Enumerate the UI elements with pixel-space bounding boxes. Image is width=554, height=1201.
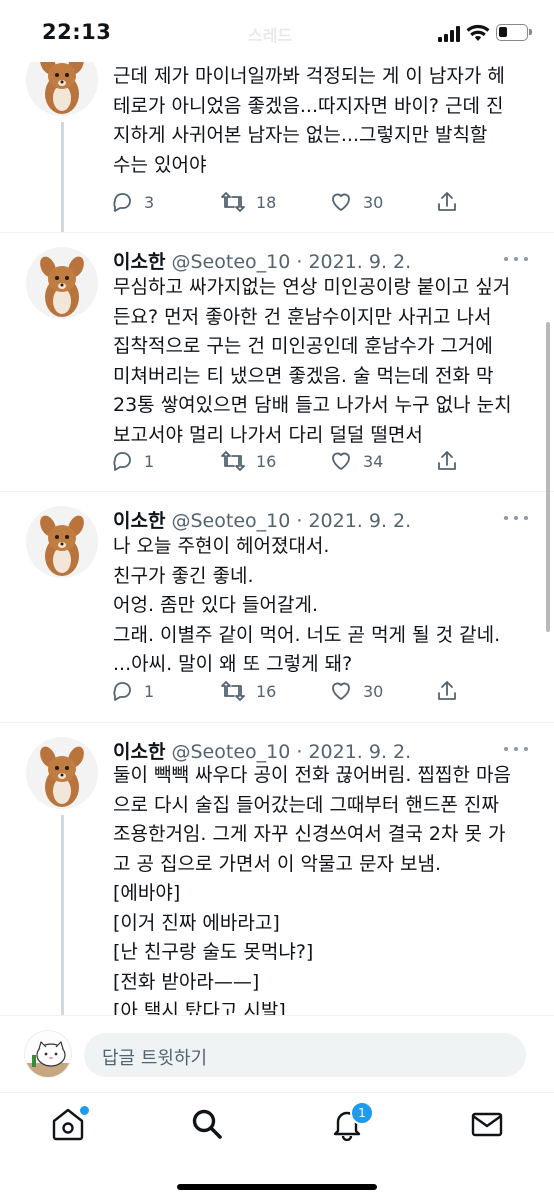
like-button[interactable]: 30	[329, 678, 383, 704]
thread-line	[61, 815, 64, 1015]
deer-avatar-image	[26, 737, 98, 809]
reply-button[interactable]: 1	[110, 448, 154, 474]
handle[interactable]: @Seoteo_10	[172, 510, 291, 532]
like-button[interactable]: 30	[329, 189, 383, 215]
tab-search[interactable]	[190, 1107, 230, 1143]
reply-icon	[113, 193, 131, 212]
tab-messages[interactable]	[470, 1107, 510, 1143]
reply-count: 1	[144, 681, 155, 701]
tweet-actions: 1 16 34	[110, 448, 470, 474]
reply-input[interactable]: 답글 트윗하기	[84, 1033, 526, 1077]
reply-bar: 답글 트윗하기	[0, 1015, 554, 1092]
tweet-text: 무심하고 싸가지없는 연상 미인공이랑 붙이고 싶거 든요? 먼저 좋아한 건 …	[113, 276, 512, 446]
display-name[interactable]: 이소한	[113, 510, 165, 532]
tweet-date[interactable]: · 2021. 9. 2.	[296, 251, 411, 273]
retweet-count: 18	[256, 192, 277, 212]
tweet-actions: 1 16 30	[110, 678, 470, 704]
retweet-icon	[221, 192, 245, 212]
retweet-count: 16	[256, 681, 277, 701]
share-icon	[438, 451, 456, 470]
mail-icon	[471, 1112, 503, 1137]
share-button[interactable]	[435, 189, 459, 215]
reply-icon	[113, 682, 131, 701]
status-bar: 22:13 스레드	[0, 0, 554, 62]
display-name[interactable]: 이소한	[113, 741, 165, 763]
retweet-button[interactable]: 18	[220, 189, 276, 215]
timeline-feed[interactable]: 근데 제가 마이너일까봐 걱정되는 게 이 남자가 헤 테로가 아니었음 좋겠음…	[0, 0, 554, 1015]
share-button[interactable]	[435, 678, 459, 704]
cellular-signal-icon	[438, 26, 460, 42]
search-icon	[192, 1109, 222, 1139]
share-icon	[438, 192, 456, 211]
thread-line	[61, 122, 64, 232]
reply-placeholder: 답글 트윗하기	[102, 1048, 208, 1069]
tweet-header: 이소한 @Seoteo_10 · 2021. 9. 2.	[113, 506, 411, 533]
more-options-button[interactable]	[502, 745, 530, 753]
handle[interactable]: @Seoteo_10	[172, 251, 291, 273]
deer-avatar-image	[26, 506, 98, 578]
handle[interactable]: @Seoteo_10	[172, 741, 291, 763]
heart-icon	[332, 452, 350, 470]
retweet-count: 16	[256, 451, 277, 471]
tab-home[interactable]	[50, 1104, 91, 1143]
screen-title: 스레드	[248, 26, 293, 45]
tab-notifications[interactable]: 1	[330, 1101, 374, 1143]
tweet-date[interactable]: · 2021. 9. 2.	[296, 510, 411, 532]
tweet[interactable]: 이소한 @Seoteo_10 · 2021. 9. 2. 둘이 빽빽 싸우다 공…	[0, 723, 554, 1015]
more-options-button[interactable]	[502, 514, 530, 522]
like-count: 34	[363, 451, 384, 471]
tweet-actions: 3 18 30	[110, 189, 470, 215]
retweet-button[interactable]: 16	[220, 678, 276, 704]
avatar[interactable]	[26, 737, 98, 809]
reply-button[interactable]: 3	[110, 189, 154, 215]
share-button[interactable]	[435, 448, 459, 474]
avatar[interactable]	[26, 506, 98, 578]
more-options-button[interactable]	[502, 255, 530, 263]
retweet-icon	[221, 681, 245, 701]
new-tweets-dot	[78, 1104, 91, 1117]
reply-count: 3	[144, 192, 155, 212]
like-count: 30	[363, 681, 384, 701]
like-count: 30	[363, 192, 384, 212]
cat-avatar-image	[25, 1031, 71, 1077]
reply-icon	[113, 452, 131, 471]
deer-avatar-image	[26, 247, 98, 319]
share-icon	[438, 681, 456, 700]
tweet-text: 근데 제가 마이너일까봐 걱정되는 게 이 남자가 헤 테로가 아니었음 좋겠음…	[113, 65, 505, 176]
tweet-header: 이소한 @Seoteo_10 · 2021. 9. 2.	[113, 247, 411, 274]
home-indicator	[177, 1184, 377, 1190]
display-name[interactable]: 이소한	[113, 251, 165, 273]
bottom-tab-bar: 1	[0, 1092, 554, 1201]
tweet[interactable]: 이소한 @Seoteo_10 · 2021. 9. 2. 무심하고 싸가지없는 …	[0, 233, 554, 491]
clock: 22:13	[42, 20, 112, 44]
tweet-text: 둘이 빽빽 싸우다 공이 전화 끊어버림. 찝찝한 마음 으로 다시 술집 들어…	[113, 764, 511, 1015]
reply-button[interactable]: 1	[110, 678, 154, 704]
heart-icon	[332, 193, 350, 211]
retweet-button[interactable]: 16	[220, 448, 276, 474]
like-button[interactable]: 34	[329, 448, 383, 474]
battery-icon	[496, 24, 532, 41]
scroll-indicator[interactable]	[546, 322, 550, 632]
tweet-header: 이소한 @Seoteo_10 · 2021. 9. 2.	[113, 737, 411, 764]
notification-badge: 1	[350, 1101, 374, 1125]
heart-icon	[332, 682, 350, 700]
avatar[interactable]	[26, 247, 98, 319]
retweet-icon	[221, 451, 245, 471]
tweet[interactable]: 이소한 @Seoteo_10 · 2021. 9. 2. 나 오늘 주현이 헤어…	[0, 492, 554, 722]
user-avatar[interactable]	[24, 1030, 72, 1078]
tweet-date[interactable]: · 2021. 9. 2.	[296, 741, 411, 763]
wifi-icon	[466, 24, 490, 41]
tweet-text: 나 오늘 주현이 헤어졌대서. 친구가 좋긴 좋네. 어엉. 좀만 있다 들어갈…	[113, 535, 501, 675]
reply-count: 1	[144, 451, 155, 471]
